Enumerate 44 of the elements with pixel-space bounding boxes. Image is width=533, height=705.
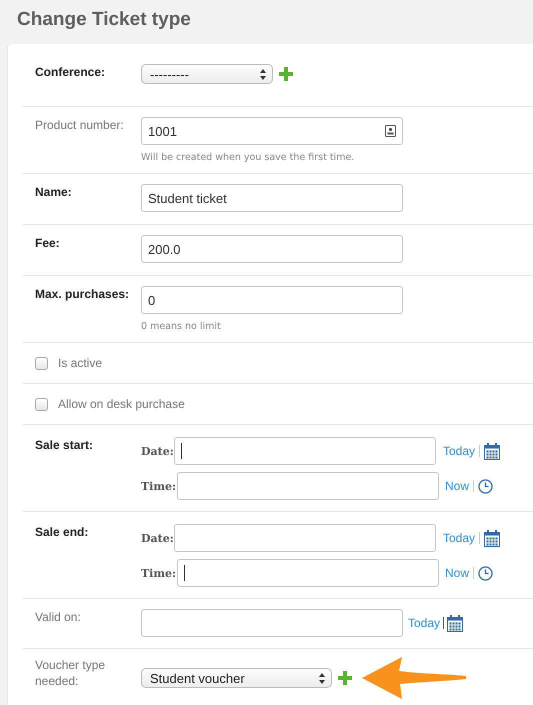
page-title: Change Ticket type <box>17 8 192 32</box>
date-label: Date: <box>141 444 174 458</box>
text-input[interactable]: 0 <box>141 286 403 314</box>
help-text: 0 means no limit <box>141 321 222 332</box>
date-input[interactable] <box>141 609 403 637</box>
time-label: Time: <box>141 480 177 492</box>
checkbox[interactable] <box>35 398 48 410</box>
field-label: Sale start: <box>34 437 94 454</box>
calendar-icon[interactable] <box>484 530 500 546</box>
field-value: 200.0 <box>148 242 181 256</box>
clock-icon[interactable] <box>478 478 494 494</box>
field-value: 0 <box>148 292 156 308</box>
field-label: Name: <box>34 184 73 201</box>
field-label: Conference: <box>34 64 106 81</box>
clock-icon[interactable] <box>478 566 494 580</box>
calendar-icon[interactable] <box>447 614 464 632</box>
checkbox-label: Is active <box>58 356 102 370</box>
date-label: Date: <box>141 532 174 544</box>
add-icon[interactable] <box>279 67 293 81</box>
add-icon[interactable] <box>338 671 352 685</box>
text-input[interactable]: Student ticket <box>141 184 403 212</box>
field-label: Sale end: <box>34 524 90 541</box>
time-label: Time: <box>141 566 177 580</box>
field-label: Voucher type needed: <box>34 657 106 690</box>
help-text: Will be created when you save the first time. <box>141 152 356 163</box>
date-input[interactable] <box>174 437 436 465</box>
calendar-icon[interactable] <box>484 442 500 460</box>
date-input[interactable] <box>174 524 436 552</box>
time-input[interactable] <box>177 472 439 500</box>
text-input[interactable]: 200.0 <box>141 235 403 263</box>
text-input[interactable]: 1001 <box>141 117 403 145</box>
dropdown[interactable]: --------- <box>141 64 273 84</box>
dropdown-arrows-icon <box>319 672 325 684</box>
dropdown[interactable]: Student voucher <box>141 668 332 688</box>
field-label: Product number: <box>34 117 125 134</box>
field-label: Max. purchases: <box>34 286 130 303</box>
field-label: Valid on: <box>34 609 82 626</box>
field-value: 1001 <box>148 124 177 138</box>
field-label: Fee: <box>34 235 61 252</box>
dropdown-arrows-icon <box>260 68 266 80</box>
field-value: Student ticket <box>148 190 227 206</box>
checkbox[interactable] <box>35 356 48 370</box>
checkbox-label: Allow on desk purchase <box>58 397 185 411</box>
time-input[interactable] <box>177 559 439 587</box>
